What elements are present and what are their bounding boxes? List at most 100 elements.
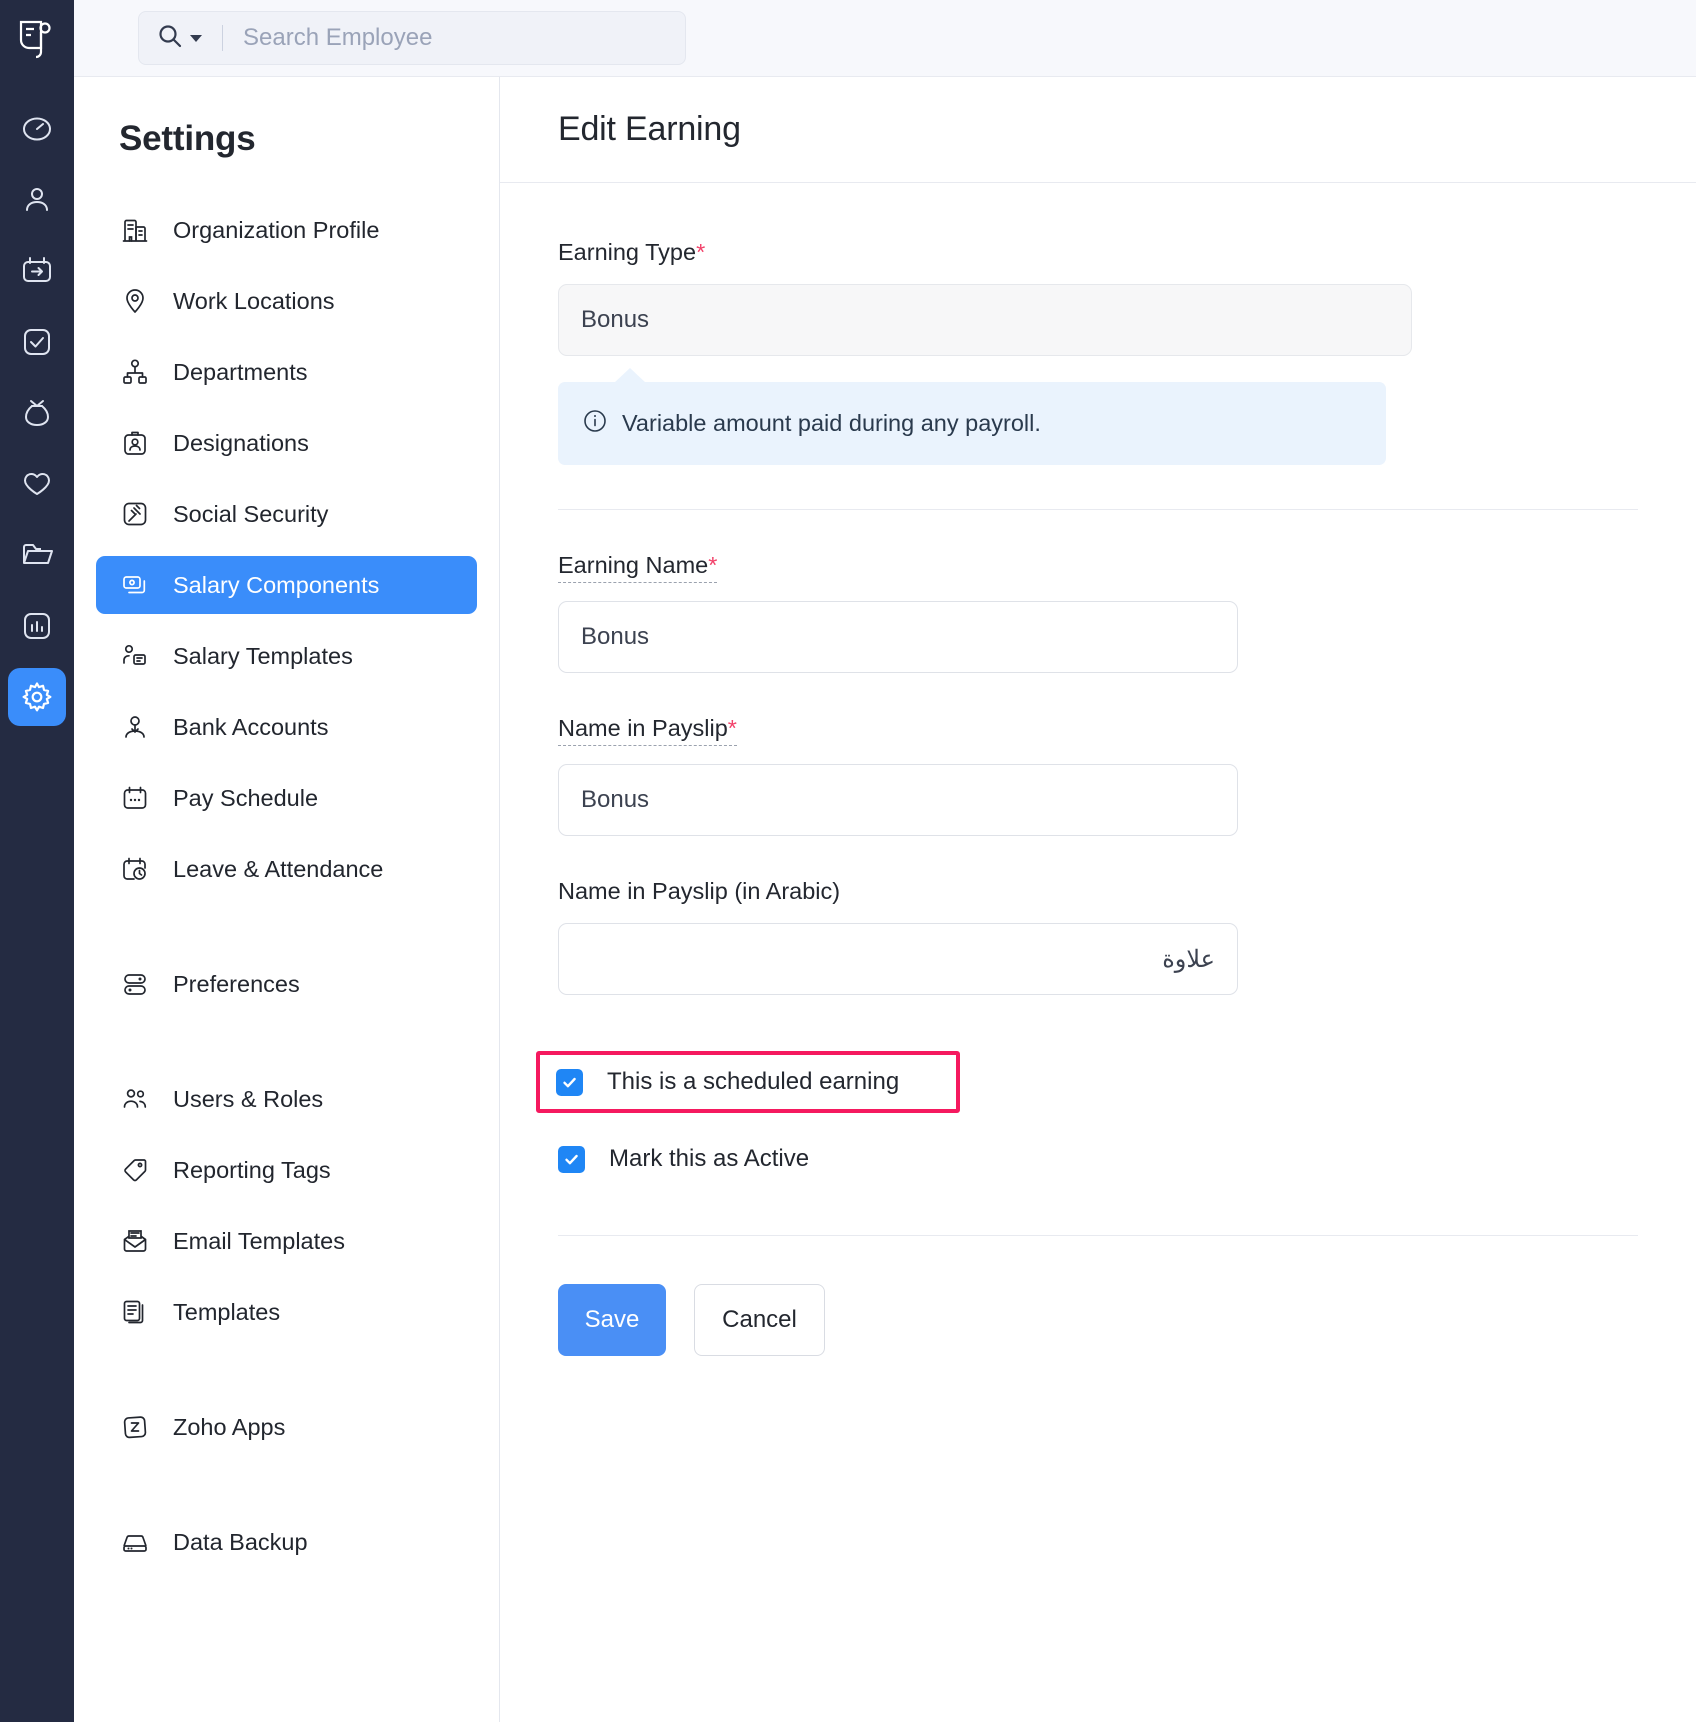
sidebar-item-label: Work Locations [173, 288, 335, 315]
search-icon [157, 23, 183, 54]
sidebar-item-departments[interactable]: Departments [96, 343, 477, 401]
loans-money-bag-icon [20, 396, 54, 430]
rail-item-settings[interactable] [8, 668, 66, 726]
sidebar-item-label: Leave & Attendance [173, 856, 383, 883]
person-document-icon [119, 640, 151, 672]
sidebar-item-zoho-apps[interactable]: Zoho Apps [96, 1398, 477, 1456]
employee-person-icon [20, 183, 54, 217]
sidebar-item-label: Reporting Tags [173, 1157, 331, 1184]
payroll-logo-icon[interactable] [14, 14, 60, 64]
content-body: Settings Organization Profile [74, 77, 1696, 1722]
sidebar-item-bank-accounts[interactable]: Bank Accounts [96, 698, 477, 756]
settings-menu: Organization Profile Work Locations [74, 201, 499, 1571]
earning-name-label-text: Earning Name [558, 552, 708, 578]
sidebar-item-designations[interactable]: Designations [96, 414, 477, 472]
documents-folder-icon [20, 538, 54, 572]
sidebar-item-label: Email Templates [173, 1228, 345, 1255]
main-page-title: Edit Earning [558, 110, 741, 149]
rail-item-loans[interactable] [8, 384, 66, 442]
approvals-checkbox-icon [20, 325, 54, 359]
calendar-clock-icon [119, 853, 151, 885]
mark-active-label[interactable]: Mark this as Active [609, 1145, 809, 1173]
sidebar-item-templates[interactable]: Templates [96, 1283, 477, 1341]
id-badge-icon [119, 427, 151, 459]
search-scope-selector[interactable] [157, 23, 202, 54]
name-in-payslip-field: Name in Payslip* [558, 715, 1638, 836]
name-in-payslip-label: Name in Payslip* [558, 715, 737, 746]
person-bank-icon [119, 711, 151, 743]
app-root: Settings Organization Profile [0, 0, 1696, 1722]
sidebar-item-label: Templates [173, 1299, 280, 1326]
hard-drive-icon [119, 1526, 151, 1558]
salary-cards-icon [119, 569, 151, 601]
scheduled-earning-label[interactable]: This is a scheduled earning [607, 1068, 899, 1096]
cancel-button[interactable]: Cancel [694, 1284, 825, 1356]
gavel-icon [119, 498, 151, 530]
calendar-dots-icon [119, 782, 151, 814]
rail-item-approvals[interactable] [8, 313, 66, 371]
sidebar-item-email-templates[interactable]: Email Templates [96, 1212, 477, 1270]
menu-group-divider [96, 1354, 477, 1398]
sidebar-item-work-locations[interactable]: Work Locations [96, 272, 477, 330]
edit-earning-form: Earning Type* Bonus [500, 183, 1696, 1722]
rail-item-dashboard[interactable] [8, 100, 66, 158]
tooltip-text: Variable amount paid during any payroll. [622, 410, 1041, 437]
main-content: Edit Earning Earning Type* Bonus [500, 77, 1696, 1722]
name-in-payslip-input-wrap[interactable] [558, 764, 1238, 836]
right-pane: Settings Organization Profile [74, 0, 1696, 1722]
reports-bar-chart-icon [20, 609, 54, 643]
search-box[interactable] [138, 11, 686, 65]
sidebar-item-label: Pay Schedule [173, 785, 318, 812]
page-title: Settings [74, 119, 499, 159]
name-in-payslip-arabic-input[interactable] [581, 945, 1215, 973]
sidebar-item-salary-components[interactable]: Salary Components [96, 556, 477, 614]
chevron-down-icon [190, 35, 202, 42]
required-asterisk: * [728, 715, 737, 741]
sidebar-item-label: Users & Roles [173, 1086, 323, 1113]
form-actions: Save Cancel [558, 1284, 1638, 1356]
sidebar-item-label: Salary Templates [173, 643, 353, 670]
earning-name-input-wrap[interactable] [558, 601, 1238, 673]
section-divider [558, 509, 1638, 510]
name-in-payslip-arabic-input-wrap[interactable] [558, 923, 1238, 995]
zoho-z-icon [119, 1411, 151, 1443]
documents-stack-icon [119, 1296, 151, 1328]
sidebar-item-leave-attendance[interactable]: Leave & Attendance [96, 840, 477, 898]
email-open-icon [119, 1225, 151, 1257]
search-input[interactable] [243, 24, 623, 52]
mark-active-checkbox[interactable] [558, 1146, 585, 1173]
sidebar-item-reporting-tags[interactable]: Reporting Tags [96, 1141, 477, 1199]
rail-item-benefits[interactable] [8, 455, 66, 513]
sidebar-item-preferences[interactable]: Preferences [96, 955, 477, 1013]
sidebar-item-organization-profile[interactable]: Organization Profile [96, 201, 477, 259]
map-pin-icon [119, 285, 151, 317]
rail-item-documents[interactable] [8, 526, 66, 584]
users-group-icon [119, 1083, 151, 1115]
name-in-payslip-input[interactable] [581, 786, 1215, 814]
save-button[interactable]: Save [558, 1284, 666, 1356]
sidebar-item-label: Data Backup [173, 1529, 308, 1556]
search-divider [222, 25, 223, 51]
sidebar-item-social-security[interactable]: Social Security [96, 485, 477, 543]
rail-item-employees[interactable] [8, 171, 66, 229]
sidebar-item-label: Designations [173, 430, 309, 457]
dashboard-speedometer-icon [20, 112, 54, 146]
scheduled-earning-checkbox[interactable] [556, 1069, 583, 1096]
main-header: Edit Earning [500, 77, 1696, 183]
actions-divider [558, 1235, 1638, 1236]
scheduled-earning-highlight: This is a scheduled earning [536, 1051, 960, 1113]
earning-type-field: Earning Type* Bonus [558, 239, 1638, 356]
sidebar-item-users-roles[interactable]: Users & Roles [96, 1070, 477, 1128]
sidebar-item-salary-templates[interactable]: Salary Templates [96, 627, 477, 685]
menu-group-divider [96, 1026, 477, 1070]
mark-active-row: Mark this as Active [558, 1137, 1638, 1181]
sidebar-item-label: Departments [173, 359, 308, 386]
rail-item-reports[interactable] [8, 597, 66, 655]
sidebar-item-pay-schedule[interactable]: Pay Schedule [96, 769, 477, 827]
benefits-heart-icon [20, 467, 54, 501]
earning-name-input[interactable] [581, 623, 1215, 651]
name-in-payslip-label-text: Name in Payslip [558, 715, 728, 741]
earning-name-field: Earning Name* [558, 552, 1638, 673]
sidebar-item-data-backup[interactable]: Data Backup [96, 1513, 477, 1571]
rail-item-pay-runs[interactable] [8, 242, 66, 300]
